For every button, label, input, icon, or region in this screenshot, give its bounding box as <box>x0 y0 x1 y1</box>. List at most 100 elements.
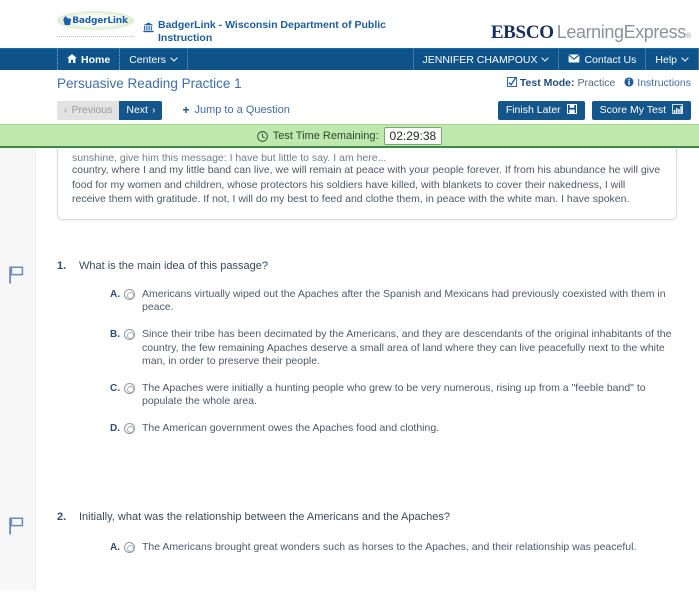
save-floppy-icon <box>566 103 577 117</box>
toolbar-actions: Finish Later Score My Test <box>497 100 691 120</box>
timer-value: 02:29:38 <box>383 126 443 145</box>
badgerlink-logo[interactable]: BadgerLink <box>57 11 134 30</box>
test-mode-value: Practice <box>577 77 616 89</box>
prev-next-button-group: ‹ Previous Next › <box>57 100 163 120</box>
timer-label: Test Time Remaining: <box>272 129 379 142</box>
answer-letter: A. <box>110 288 120 300</box>
answer-radio-button[interactable] <box>124 422 135 434</box>
question-block: 1. What is the main idea of this passage… <box>0 260 699 436</box>
question-spacer <box>0 449 699 511</box>
nav-item-contact-label: Contact Us <box>584 53 637 66</box>
ebsco-wordmark: EBSCO <box>490 22 554 43</box>
answer-option[interactable]: C. The Apaches were initially a hunting … <box>110 382 677 409</box>
answer-radio-button[interactable] <box>124 541 135 553</box>
test-toolbar: ‹ Previous Next › + Jump to a Question F… <box>0 96 699 124</box>
question-header: 1. What is the main idea of this passage… <box>0 260 699 272</box>
institution-name: BadgerLink - Wisconsin Department of Pub… <box>158 19 387 44</box>
nav-left-group: Home Centers <box>57 49 188 70</box>
answer-option[interactable]: A. The Americans brought great wonders s… <box>110 541 677 555</box>
institution-branding[interactable]: BadgerLink - Wisconsin Department of Pub… <box>143 19 393 45</box>
chevron-down-icon <box>681 55 689 64</box>
passage-clipped-line: sunshine, give him this message: I have … <box>72 152 387 163</box>
ebsco-learningexpress-logo: EBSCO LearningExpress ® <box>491 22 691 44</box>
flag-question-button[interactable] <box>8 516 28 537</box>
answer-letter: D. <box>110 422 120 434</box>
chevron-down-icon <box>170 55 178 64</box>
nav-right-group: JENNIFER CHAMPOUX Contact Us Help <box>412 49 699 70</box>
title-row-meta: Test Mode: Practice Instructions <box>506 77 691 89</box>
bar-chart-icon <box>672 103 683 117</box>
chevron-left-icon: ‹ <box>64 104 68 116</box>
question-number: 1. <box>57 259 67 272</box>
main-navigation-bar: Home Centers JENNIFER CHAMPOUX Contact U… <box>0 48 699 70</box>
answer-letter: A. <box>110 541 120 553</box>
test-title-row: Persuasive Reading Practice 1 Test Mode:… <box>0 70 699 96</box>
answer-option[interactable]: B. Since their tribe has been decimated … <box>110 328 677 369</box>
answer-text: Americans virtually wiped out the Apache… <box>142 287 666 314</box>
answer-text: The Americans brought great wonders such… <box>142 540 637 553</box>
previous-button-label: Previous <box>71 104 113 116</box>
answer-letter: B. <box>110 328 120 340</box>
answer-radio-button[interactable] <box>124 288 135 300</box>
answer-options-list: A. The Americans brought great wonders s… <box>0 541 699 555</box>
learningexpress-wordmark: LearningExpress <box>556 22 686 42</box>
passage-text: country, where I and my little band can … <box>72 164 661 206</box>
clock-icon <box>256 127 268 145</box>
answer-text: The American government owes the Apaches… <box>142 421 440 434</box>
badger-silhouette-icon <box>63 16 72 25</box>
nav-item-help-label: Help <box>655 53 677 66</box>
reading-passage-section: sunshine, give him this message: I have … <box>0 148 699 220</box>
nav-item-contact-us[interactable]: Contact Us <box>558 49 645 70</box>
finish-later-label: Finish Later <box>505 104 561 116</box>
page-title: Persuasive Reading Practice 1 <box>57 75 242 91</box>
question-text: Initially, what was the relationship bet… <box>79 510 450 523</box>
question-text: What is the main idea of this passage? <box>79 259 268 272</box>
next-button-label: Next <box>126 104 148 116</box>
answer-option[interactable]: A. Americans virtually wiped out the Apa… <box>110 288 677 315</box>
question-block: 2. Initially, what was the relationship … <box>0 511 699 555</box>
answer-text: The Apaches were initially a hunting peo… <box>142 381 646 408</box>
test-content-area[interactable]: sunshine, give him this message: I have … <box>0 148 699 590</box>
badgerlink-logo-text: BadgerLink <box>72 15 128 26</box>
home-icon <box>67 53 77 66</box>
jump-to-question-link[interactable]: + Jump to a Question <box>182 103 289 117</box>
answer-text: Since their tribe has been decimated by … <box>142 327 672 368</box>
info-icon <box>624 77 637 89</box>
finish-later-button[interactable]: Finish Later <box>497 100 585 120</box>
site-header: BadgerLink BadgerLink - Wisconsin Depart… <box>0 0 699 48</box>
plus-icon: + <box>182 103 190 117</box>
test-mode-indicator: Test Mode: Practice <box>506 77 616 89</box>
chevron-down-icon <box>541 55 550 64</box>
question-number: 2. <box>57 510 67 523</box>
instructions-label: Instructions <box>637 77 691 89</box>
previous-question-button[interactable]: ‹ Previous <box>57 100 120 120</box>
answer-option[interactable]: D. The American government owes the Apac… <box>110 422 677 436</box>
answer-options-list: A. Americans virtually wiped out the Apa… <box>0 288 699 436</box>
nav-item-user-account[interactable]: JENNIFER CHAMPOUX <box>412 49 559 70</box>
next-question-button[interactable]: Next › <box>119 100 163 120</box>
envelope-icon <box>568 53 580 66</box>
question-header: 2. Initially, what was the relationship … <box>0 511 699 523</box>
nav-item-help[interactable]: Help <box>645 49 699 70</box>
answer-radio-button[interactable] <box>124 328 135 340</box>
score-my-test-button[interactable]: Score My Test <box>591 100 691 120</box>
nav-item-home[interactable]: Home <box>57 49 121 70</box>
answer-letter: C. <box>110 382 120 394</box>
answer-radio-button[interactable] <box>124 382 135 394</box>
bank-icon <box>143 20 154 38</box>
nav-item-user-label: JENNIFER CHAMPOUX <box>422 53 538 66</box>
instructions-link[interactable]: Instructions <box>624 77 691 89</box>
nav-item-centers-label: Centers <box>129 53 166 66</box>
logo-underline-divider <box>57 36 134 37</box>
flag-question-button[interactable] <box>8 266 28 286</box>
chevron-right-icon: › <box>151 104 156 116</box>
nav-item-centers[interactable]: Centers <box>120 49 188 70</box>
registered-trademark-mark: ® <box>685 33 691 40</box>
jump-to-question-label: Jump to a Question <box>194 104 290 116</box>
passage-box: sunshine, give him this message: I have … <box>57 148 677 220</box>
score-my-test-label: Score My Test <box>599 104 666 116</box>
test-mode-label: Test Mode: <box>519 77 575 89</box>
test-timer-banner: Test Time Remaining: 02:29:38 <box>0 124 699 148</box>
checkbox-checked-icon <box>506 77 520 89</box>
nav-item-home-label: Home <box>81 53 111 66</box>
